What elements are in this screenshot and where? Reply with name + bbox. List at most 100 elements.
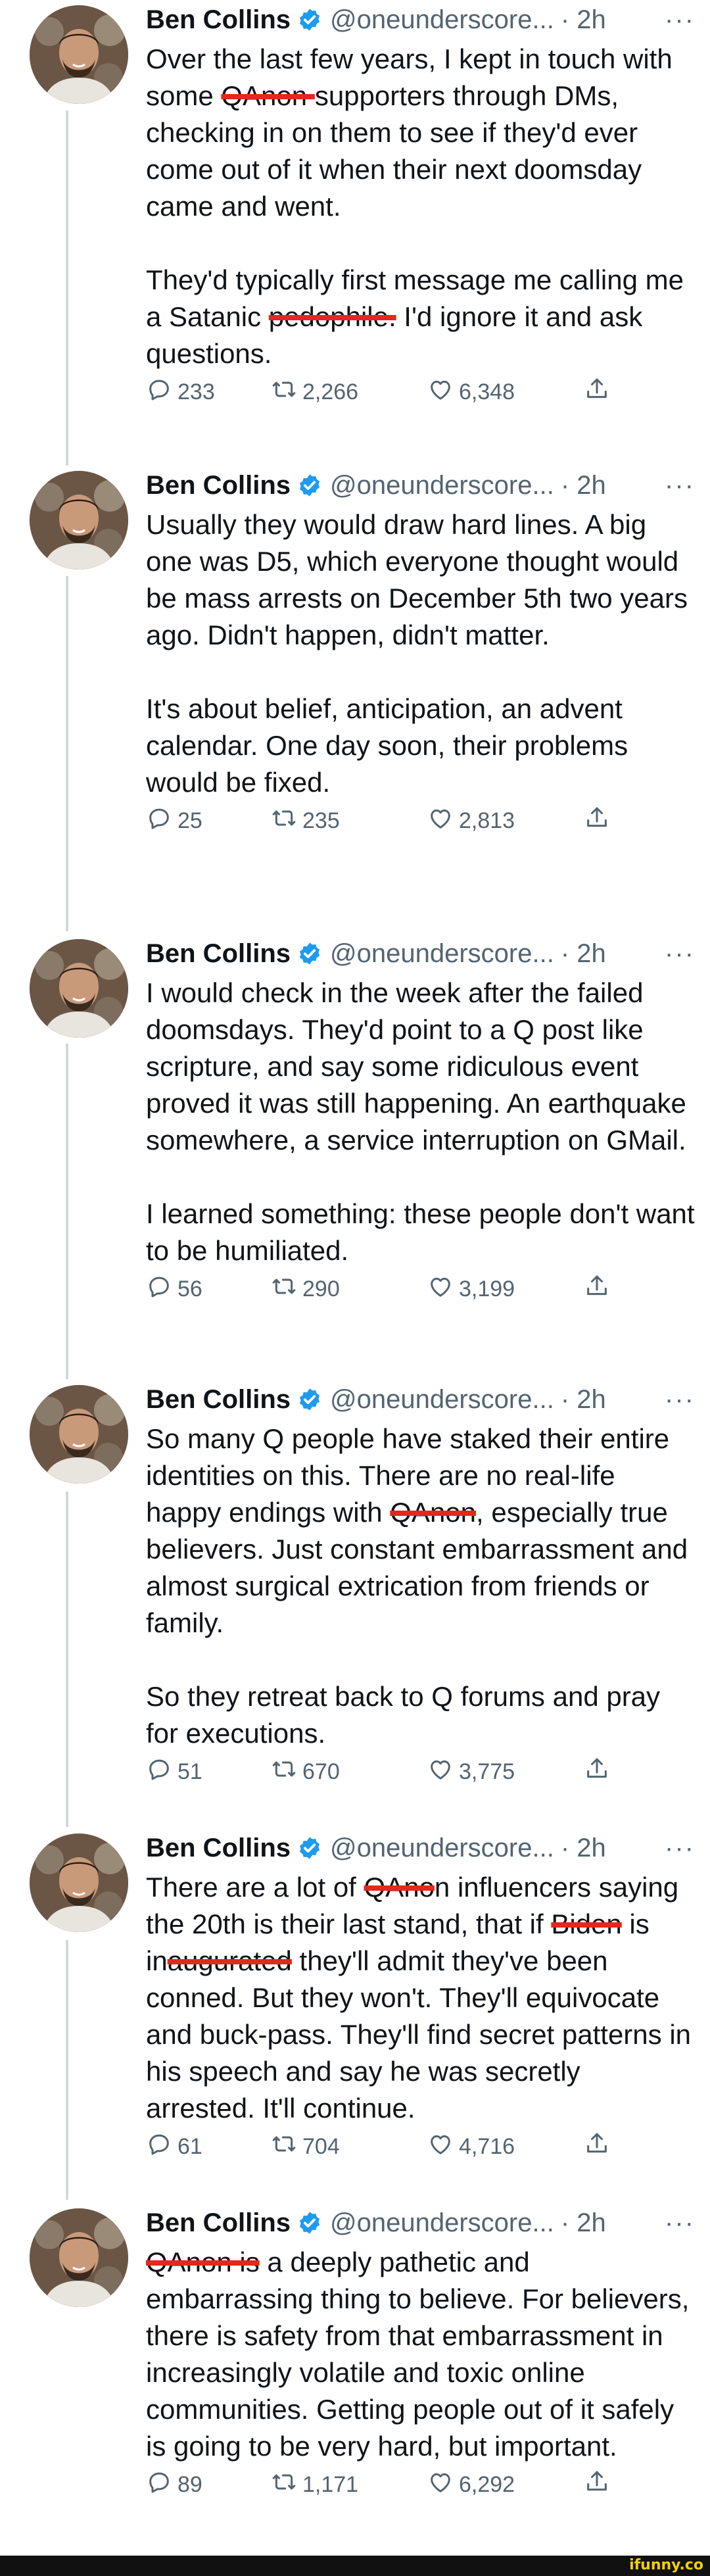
timestamp[interactable]: · 2h xyxy=(561,2207,606,2239)
author-handle[interactable]: @oneunderscore... xyxy=(330,1832,554,1864)
redacted-text: pedophile. xyxy=(268,301,396,332)
redacted-text: QAnon xyxy=(390,1497,477,1528)
author-name[interactable]: Ben Collins xyxy=(146,1832,291,1864)
tweet-actions: 89 1,171 6,292 xyxy=(146,2465,695,2504)
more-options-button[interactable]: ··· xyxy=(665,1832,695,1864)
retweet-button[interactable]: 1,171 xyxy=(271,2469,427,2501)
share-icon xyxy=(584,805,615,837)
reply-button[interactable]: 61 xyxy=(146,2131,271,2163)
avatar[interactable] xyxy=(30,471,128,570)
text-segment: a deeply pathetic and embarrassing thing… xyxy=(146,2247,698,2462)
reply-count: 56 xyxy=(178,1276,202,1301)
author-handle[interactable]: @oneunderscore... xyxy=(330,470,554,501)
share-icon xyxy=(584,1756,615,1788)
retweet-button[interactable]: 704 xyxy=(271,2131,427,2163)
tweet-text: QAnon is a deeply pathetic and embarrass… xyxy=(146,2244,695,2465)
more-options-button[interactable]: ··· xyxy=(665,938,695,969)
redacted-text: Biden xyxy=(551,1908,622,1939)
heart-icon xyxy=(427,805,459,837)
author-handle[interactable]: @oneunderscore... xyxy=(330,4,554,36)
author-name[interactable]: Ben Collins xyxy=(146,1384,291,1415)
author-handle[interactable]: @oneunderscore... xyxy=(330,2207,554,2239)
author-handle[interactable]: @oneunderscore... xyxy=(330,1384,554,1415)
reply-button[interactable]: 56 xyxy=(146,1273,271,1305)
retweet-count: 290 xyxy=(302,1276,340,1301)
timestamp[interactable]: · 2h xyxy=(561,938,606,969)
avatar[interactable] xyxy=(30,939,128,1038)
timestamp[interactable]: · 2h xyxy=(561,1832,606,1864)
avatar[interactable] xyxy=(30,1385,128,1484)
share-icon xyxy=(584,1273,615,1305)
author-name[interactable]: Ben Collins xyxy=(146,470,291,501)
reply-button[interactable]: 51 xyxy=(146,1756,271,1788)
retweet-icon xyxy=(271,2469,302,2501)
like-button[interactable]: 4,716 xyxy=(427,2131,584,2163)
retweet-button[interactable]: 235 xyxy=(271,805,427,837)
text-segment: , especially true believers. Just consta… xyxy=(146,1497,688,1749)
timestamp[interactable]: · 2h xyxy=(561,4,606,36)
more-options-button[interactable]: ··· xyxy=(665,2207,695,2239)
timestamp[interactable]: · 2h xyxy=(561,1384,606,1415)
like-button[interactable]: 3,775 xyxy=(427,1756,584,1788)
share-button[interactable] xyxy=(584,2131,623,2163)
retweet-icon xyxy=(271,2131,302,2163)
thread-line xyxy=(66,1044,68,1379)
retweet-icon xyxy=(271,1756,302,1788)
redacted-text: augurated xyxy=(167,1945,292,1976)
tweet-text: Usually they would draw hard lines. A bi… xyxy=(146,506,695,801)
like-count: 6,292 xyxy=(459,2471,515,2497)
reply-icon xyxy=(146,805,178,837)
reply-button[interactable]: 89 xyxy=(146,2469,271,2501)
reply-button[interactable]: 25 xyxy=(146,805,271,837)
retweet-icon xyxy=(271,1273,302,1305)
share-button[interactable] xyxy=(584,2469,623,2501)
reply-icon xyxy=(146,2131,178,2163)
author-name[interactable]: Ben Collins xyxy=(146,4,291,36)
reply-count: 89 xyxy=(178,2471,202,2497)
like-button[interactable]: 2,813 xyxy=(427,805,584,837)
retweet-button[interactable]: 290 xyxy=(271,1273,427,1305)
reply-count: 61 xyxy=(178,2133,202,2159)
reply-icon xyxy=(146,2469,178,2501)
avatar[interactable] xyxy=(30,2208,128,2307)
tweet-actions: 61 704 4,716 xyxy=(146,2127,695,2166)
verified-badge-icon xyxy=(297,2210,322,2235)
retweet-button[interactable]: 670 xyxy=(271,1756,427,1788)
heart-icon xyxy=(427,1756,459,1788)
retweet-icon xyxy=(271,805,302,837)
more-options-button[interactable]: ··· xyxy=(665,470,695,501)
avatar[interactable] xyxy=(30,1834,128,1932)
share-icon xyxy=(584,2131,615,2163)
more-options-button[interactable]: ··· xyxy=(665,1384,695,1415)
more-options-button[interactable]: ··· xyxy=(665,4,695,36)
text-segment: There are a lot of xyxy=(146,1872,364,1903)
thread-line xyxy=(66,1940,68,2200)
reply-count: 51 xyxy=(178,1759,202,1784)
heart-icon xyxy=(427,2469,459,2501)
tweet-actions: 56 290 3,199 xyxy=(146,1269,695,1309)
heart-icon xyxy=(427,376,459,408)
retweet-count: 235 xyxy=(302,808,340,833)
share-button[interactable] xyxy=(584,376,623,408)
share-button[interactable] xyxy=(584,805,623,837)
retweet-count: 670 xyxy=(302,1759,340,1784)
retweet-button[interactable]: 2,266 xyxy=(271,376,427,408)
share-button[interactable] xyxy=(584,1273,623,1305)
author-name[interactable]: Ben Collins xyxy=(146,938,291,969)
like-count: 3,775 xyxy=(459,1759,515,1784)
share-icon xyxy=(584,2469,615,2501)
like-button[interactable]: 3,199 xyxy=(427,1273,584,1305)
verified-badge-icon xyxy=(297,1387,322,1412)
reply-button[interactable]: 233 xyxy=(146,376,271,408)
share-button[interactable] xyxy=(584,1756,623,1788)
timestamp[interactable]: · 2h xyxy=(561,470,606,501)
avatar[interactable] xyxy=(30,5,128,104)
retweet-icon xyxy=(271,376,302,408)
author-handle[interactable]: @oneunderscore... xyxy=(330,938,554,969)
heart-icon xyxy=(427,1273,459,1305)
like-count: 4,716 xyxy=(459,2133,515,2159)
author-name[interactable]: Ben Collins xyxy=(146,2207,291,2239)
like-button[interactable]: 6,292 xyxy=(427,2469,584,2501)
like-button[interactable]: 6,348 xyxy=(427,376,584,408)
verified-badge-icon xyxy=(297,941,322,966)
